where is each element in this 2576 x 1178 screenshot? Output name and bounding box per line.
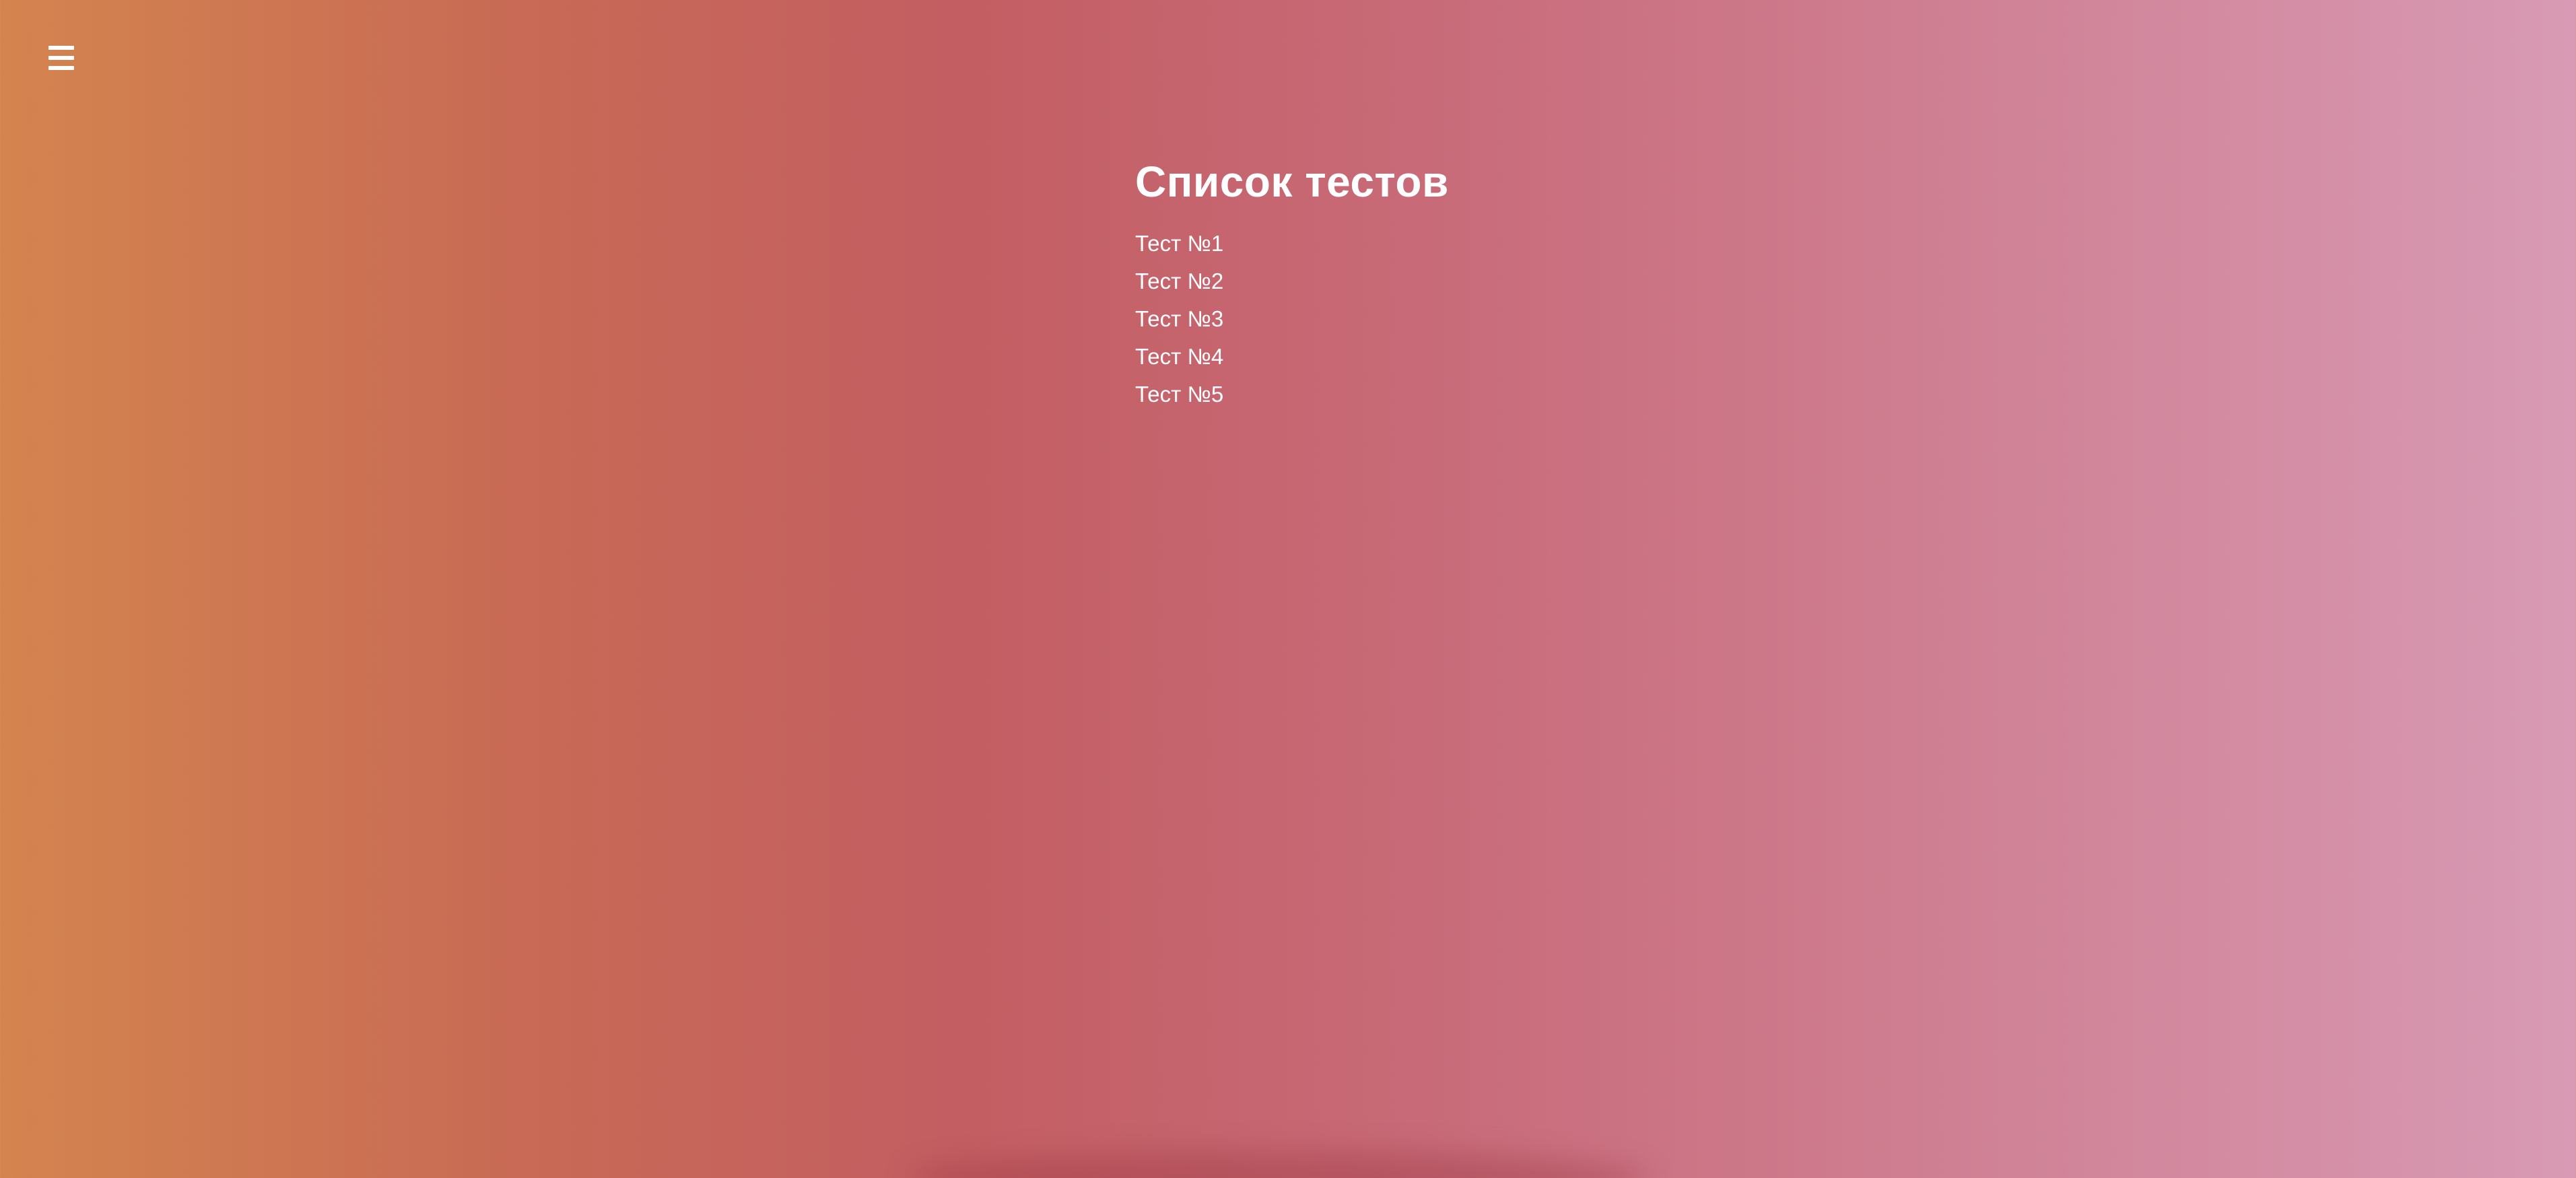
test-link-2[interactable]: Тест №2	[1135, 263, 1741, 300]
hamburger-menu-icon-bar	[48, 56, 74, 60]
hamburger-menu-icon	[48, 46, 74, 50]
menu-button[interactable]	[48, 46, 74, 70]
main-content: Список тестов Тест №1 Тест №2 Тест №3 Те…	[1135, 153, 1741, 413]
test-link-5[interactable]: Тест №5	[1135, 376, 1741, 413]
test-list: Тест №1 Тест №2 Тест №3 Тест №4 Тест №5	[1135, 225, 1741, 413]
test-link-3[interactable]: Тест №3	[1135, 300, 1741, 338]
bottom-shadow	[909, 1151, 1650, 1178]
test-link-1[interactable]: Тест №1	[1135, 225, 1741, 263]
page-title: Список тестов	[1135, 158, 1449, 206]
hamburger-menu-icon-bar	[48, 66, 74, 70]
test-link-4[interactable]: Тест №4	[1135, 338, 1741, 376]
